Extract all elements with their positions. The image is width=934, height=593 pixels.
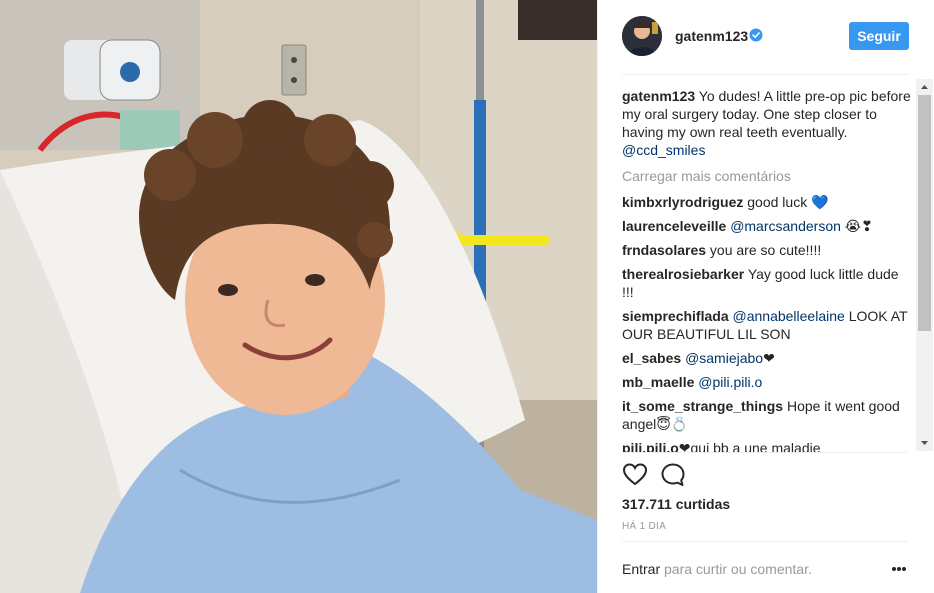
comment-mention[interactable]: @annabelleelaine (733, 308, 845, 324)
post-photo (0, 0, 597, 593)
comment-username[interactable]: laurenceleveille (622, 218, 726, 234)
heart-outline-icon[interactable] (622, 462, 648, 488)
scroll-up-arrow-icon[interactable] (916, 79, 933, 96)
comment-item: therealrosiebarker Yay good luck little … (622, 265, 914, 301)
actions-divider (622, 452, 908, 453)
comment-item: kimbxrlyrodriguez good luck 💙 (622, 193, 914, 211)
comment-mention[interactable]: @samiejabo (685, 350, 763, 366)
post-caption: gatenm123 Yo dudes! A little pre-op pic … (622, 87, 914, 159)
comment-item: frndasolares you are so cute!!!! (622, 241, 914, 259)
comment-mention[interactable]: @pili.pili.o (698, 374, 762, 390)
verified-badge-icon (749, 28, 763, 42)
login-divider (622, 541, 908, 542)
comments-scrollbar[interactable] (916, 79, 933, 451)
comments-list: gatenm123 Yo dudes! A little pre-op pic … (622, 87, 914, 453)
scroll-down-arrow-icon[interactable] (916, 434, 933, 451)
header-username[interactable]: gatenm123 (675, 28, 748, 44)
comment-item: el_sabes @samiejabo❤ (622, 349, 914, 367)
comment-item: laurenceleveille @marcsanderson 😭❣ (622, 217, 914, 235)
login-link[interactable]: Entrar (622, 561, 660, 577)
load-more-comments-link[interactable]: Carregar mais comentários (622, 167, 914, 185)
likes-count[interactable]: 317.711 curtidas (622, 496, 730, 512)
login-prompt-text: para curtir ou comentar. (660, 561, 812, 577)
more-options-icon[interactable] (891, 566, 907, 572)
comment-text: 😭❣ (840, 218, 873, 234)
comment-bubble-icon[interactable] (660, 462, 686, 488)
header-divider (622, 74, 909, 75)
comment-username[interactable]: kimbxrlyrodriguez (622, 194, 743, 210)
comment-text: good luck 💙 (743, 194, 829, 210)
comment-text: ❤ (763, 350, 775, 366)
comment-username[interactable]: el_sabes (622, 350, 681, 366)
scrollbar-thumb[interactable] (918, 95, 931, 331)
comment-username[interactable]: siemprechiflada (622, 308, 729, 324)
comment-username[interactable]: mb_maelle (622, 374, 694, 390)
caption-mention[interactable]: @ccd_smiles (622, 142, 705, 158)
comment-username[interactable]: therealrosiebarker (622, 266, 744, 282)
follow-button[interactable]: Seguir (849, 22, 909, 50)
post-header: gatenm123 Seguir (598, 0, 934, 75)
caption-username[interactable]: gatenm123 (622, 88, 695, 104)
comment-item: it_some_strange_things Hope it went good… (622, 397, 914, 433)
login-prompt: Entrar para curtir ou comentar. (622, 561, 812, 577)
avatar[interactable] (622, 16, 662, 56)
comment-item: pili.pili.o❤qui bb a une maladie (622, 439, 914, 453)
post-image (0, 0, 597, 593)
comment-username[interactable]: it_some_strange_things (622, 398, 783, 414)
comment-item: mb_maelle @pili.pili.o (622, 373, 914, 391)
post-timestamp[interactable]: HÁ 1 DIA (622, 521, 666, 532)
comment-text: you are so cute!!!! (706, 242, 822, 258)
comment-mention[interactable]: @marcsanderson (730, 218, 841, 234)
comment-item: siemprechiflada @annabelleelaine LOOK AT… (622, 307, 914, 343)
comment-username[interactable]: frndasolares (622, 242, 706, 258)
post-side-panel: gatenm123 Seguir gatenm123 Yo dudes! A l… (597, 0, 934, 593)
